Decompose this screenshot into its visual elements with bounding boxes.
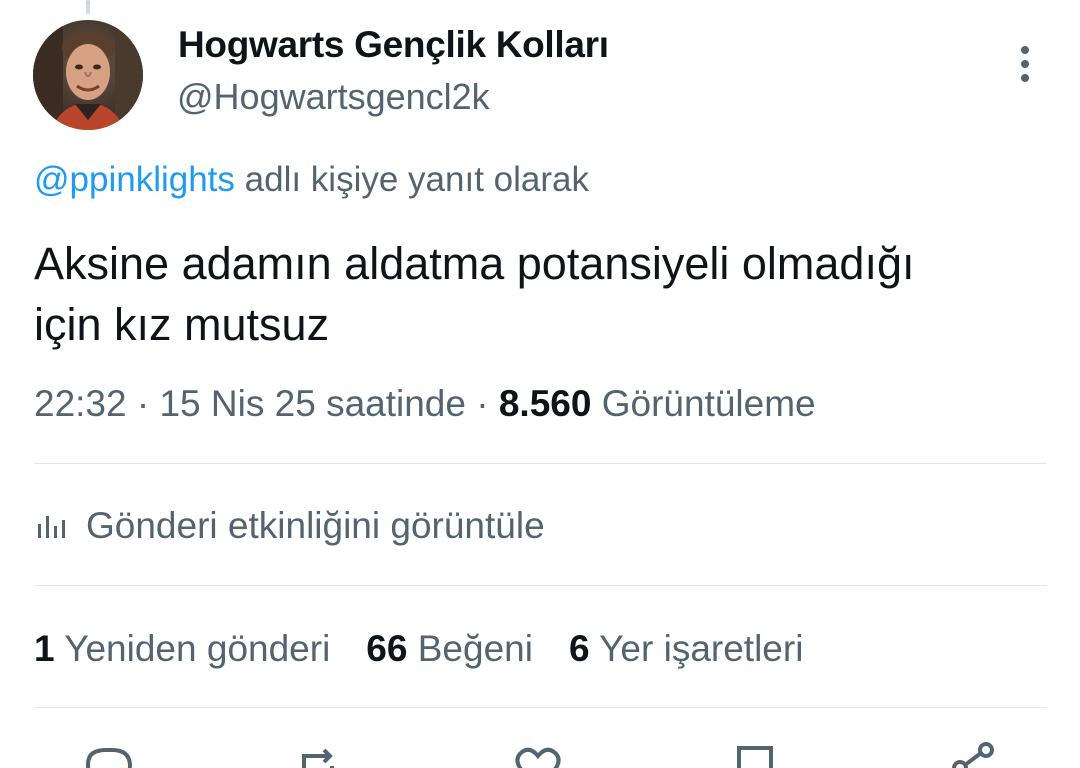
reply-context: @ppinklights adlı kişiye yanıt olarak (34, 160, 589, 200)
reply-mention-link[interactable]: @ppinklights (34, 160, 235, 199)
author-handle[interactable]: @Hogwartsgencl2k (177, 76, 490, 118)
meta-separator: · (465, 383, 499, 424)
bookmark-icon[interactable] (727, 740, 783, 768)
more-vertical-icon[interactable] (1008, 44, 1042, 84)
engagement-stats: 1 Yeniden gönderi 66 Beğeni 6 Yer işaret… (34, 628, 803, 670)
meta-separator: · (126, 383, 160, 424)
bookmarks-stat[interactable]: 6 Yer işaretleri (569, 628, 803, 670)
bookmarks-count: 6 (568, 628, 590, 669)
reposts-count: 1 (34, 628, 55, 669)
tweet-date[interactable]: 15 Nis 25 saatinde (159, 383, 465, 424)
reposts-stat[interactable]: 1 Yeniden gönderi (34, 628, 330, 670)
reply-icon[interactable] (80, 740, 136, 768)
divider (34, 707, 1047, 708)
likes-count: 66 (366, 628, 408, 669)
avatar[interactable] (33, 20, 143, 130)
tweet-actions-bar (0, 740, 1080, 768)
view-post-activity-button[interactable]: Gönderi etkinliğini görüntüle (36, 505, 545, 547)
tweet-meta: 22:32 · 15 Nis 25 saatinde · 8.560 Görün… (34, 383, 816, 425)
bookmarks-label: Yer işaretleri (589, 628, 804, 669)
tweet-time[interactable]: 22:32 (34, 383, 127, 424)
views-count: 8.560 (498, 383, 592, 424)
bar-chart-icon (38, 516, 65, 538)
likes-stat[interactable]: 66 Beğeni (366, 628, 533, 670)
divider (34, 463, 1047, 464)
tweet-text-line: için kız mutsuz (34, 299, 330, 350)
tweet-text: Aksine adamın aldatma potansiyeli olmadı… (34, 233, 1064, 355)
heart-icon[interactable] (510, 740, 566, 768)
likes-label: Beğeni (407, 628, 533, 669)
reposts-label: Yeniden gönderi (54, 628, 331, 669)
tweet-text-line: Aksine adamın aldatma potansiyeli olmadı… (34, 238, 915, 289)
repost-icon[interactable] (290, 740, 346, 768)
reply-suffix: adlı kişiye yanıt olarak (234, 160, 589, 199)
view-post-activity-label: Gönderi etkinliğini görüntüle (86, 505, 545, 546)
thread-connector-line (86, 0, 90, 14)
author-display-name[interactable]: Hogwarts Gençlik Kolları (178, 24, 609, 66)
views-label: Görüntüleme (591, 383, 816, 424)
share-icon[interactable] (946, 740, 1002, 768)
divider (34, 585, 1047, 586)
